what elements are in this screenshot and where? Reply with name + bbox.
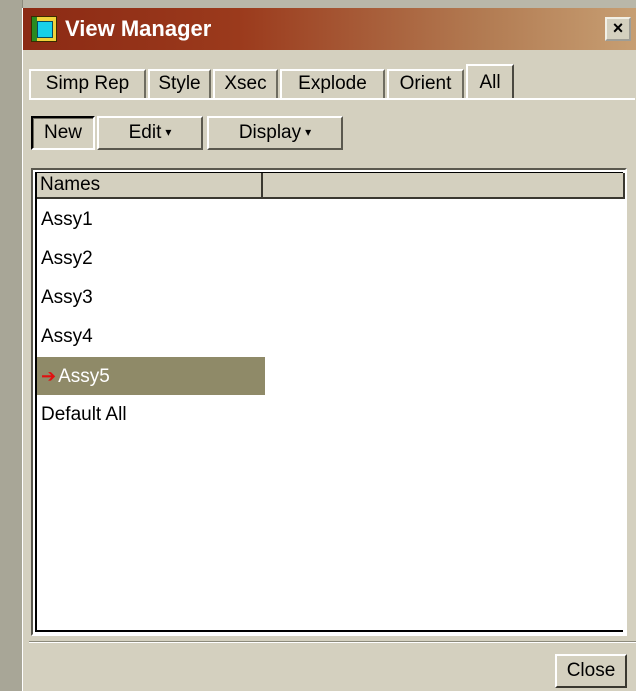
- chevron-down-icon: ▾: [305, 125, 312, 139]
- view-manager-window: View Manager × Simp Rep Style Xsec Explo…: [22, 8, 636, 691]
- list-item-label: Assy5: [58, 366, 110, 387]
- active-arrow-icon: ➔: [41, 366, 57, 386]
- list-item-assy4[interactable]: Assy4: [37, 318, 265, 356]
- tab-simp-rep[interactable]: Simp Rep: [29, 69, 146, 99]
- column-header-names[interactable]: Names: [37, 173, 263, 199]
- display-menu-button[interactable]: Display ▾: [207, 116, 343, 150]
- list-item-default-all[interactable]: Default All: [37, 396, 265, 434]
- list-item-assy3[interactable]: Assy3: [37, 279, 265, 317]
- title-bar[interactable]: View Manager ×: [23, 8, 636, 50]
- tab-all[interactable]: All: [466, 64, 514, 100]
- column-header-blank[interactable]: [263, 173, 625, 199]
- close-window-icon[interactable]: ×: [605, 17, 631, 41]
- tab-style[interactable]: Style: [148, 69, 211, 99]
- tab-xsec[interactable]: Xsec: [213, 69, 278, 99]
- edit-menu-button[interactable]: Edit ▾: [97, 116, 203, 150]
- window-title: View Manager: [65, 16, 212, 41]
- display-button-label: Display: [238, 122, 302, 143]
- tab-explode[interactable]: Explode: [280, 69, 385, 99]
- new-button-label: New: [43, 122, 82, 143]
- list-item-assy5[interactable]: ➔ Assy5: [37, 357, 265, 395]
- tab-orient[interactable]: Orient: [387, 69, 464, 99]
- background-strip: [0, 0, 23, 691]
- chevron-down-icon: ▾: [165, 125, 172, 139]
- edit-button-label: Edit: [128, 122, 162, 143]
- names-list[interactable]: Names Assy1 Assy2 Assy3 Assy4 ➔ Assy5 Def…: [31, 168, 627, 636]
- close-button[interactable]: Close: [555, 654, 627, 688]
- new-button[interactable]: New: [31, 116, 95, 150]
- app-icon: [31, 16, 57, 42]
- list-item-assy1[interactable]: Assy1: [37, 201, 265, 239]
- tab-divider: [29, 98, 635, 100]
- footer-divider-highlight: [29, 642, 636, 643]
- tab-bar: Simp Rep Style Xsec Explode Orient All: [29, 64, 629, 100]
- list-item-assy2[interactable]: Assy2: [37, 240, 265, 278]
